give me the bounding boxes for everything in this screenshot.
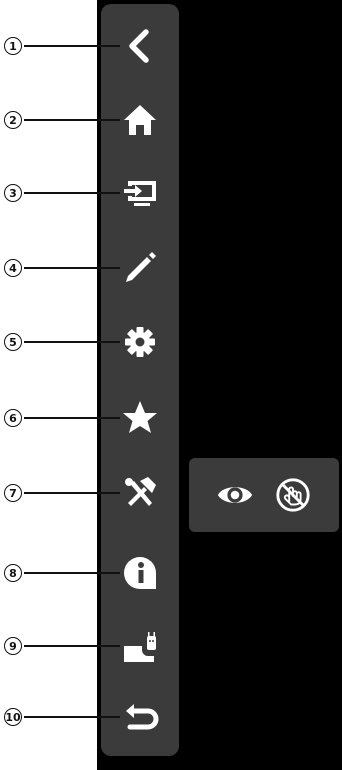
return-icon [126, 704, 159, 730]
home-icon [124, 105, 156, 135]
callout-line [24, 341, 120, 343]
callout-7: 7 [0, 483, 120, 503]
callout-line [24, 716, 120, 718]
back-button[interactable] [112, 22, 168, 70]
info-icon [124, 557, 156, 589]
callout-number: 10 [4, 708, 22, 726]
callout-number: 4 [4, 259, 22, 277]
star-icon [123, 401, 157, 433]
callout-2: 2 [0, 110, 120, 130]
pen-button[interactable] [112, 244, 168, 292]
callout-number: 2 [4, 111, 22, 129]
callout-number: 6 [4, 409, 22, 427]
touch-disabled-icon [276, 478, 310, 512]
callout-3: 3 [0, 183, 120, 203]
callout-5: 5 [0, 332, 120, 352]
callout-1: 1 [0, 36, 120, 56]
callout-line [24, 192, 120, 194]
callout-number: 1 [4, 37, 22, 55]
gear-icon [125, 327, 155, 357]
input-source-icon [124, 181, 156, 206]
pencil-icon [126, 252, 156, 282]
chevron-left-icon [129, 29, 149, 63]
settings-button[interactable] [112, 318, 168, 366]
callout-number: 8 [4, 564, 22, 582]
return-button[interactable] [112, 693, 168, 741]
home-button[interactable] [112, 96, 168, 144]
info-button[interactable] [112, 549, 168, 597]
callout-number: 7 [4, 484, 22, 502]
callout-line [24, 645, 120, 647]
eye-icon [217, 487, 253, 503]
callout-6: 6 [0, 408, 120, 428]
callout-9: 9 [0, 636, 120, 656]
tools-icon [125, 477, 156, 506]
callout-number: 9 [4, 637, 22, 655]
touch-lock-button[interactable] [269, 471, 317, 519]
eye-button[interactable] [211, 471, 259, 519]
android-icon [124, 632, 156, 662]
callout-line [24, 572, 120, 574]
callout-line [24, 45, 120, 47]
visibility-popup [189, 458, 339, 532]
callout-number: 5 [4, 333, 22, 351]
callout-line [24, 417, 120, 419]
favorites-button[interactable] [112, 394, 168, 442]
callout-10: 10 [0, 707, 120, 727]
callout-number: 3 [4, 184, 22, 202]
callout-line [24, 492, 120, 494]
callout-8: 8 [0, 563, 120, 583]
callout-line [24, 119, 120, 121]
input-source-button[interactable] [112, 169, 168, 217]
annotated-figure: 1 2 3 4 5 6 7 8 9 10 [0, 0, 342, 770]
android-apps-button[interactable] [112, 622, 168, 670]
tools-button[interactable] [112, 469, 168, 517]
callout-line [24, 267, 120, 269]
callout-4: 4 [0, 258, 120, 278]
